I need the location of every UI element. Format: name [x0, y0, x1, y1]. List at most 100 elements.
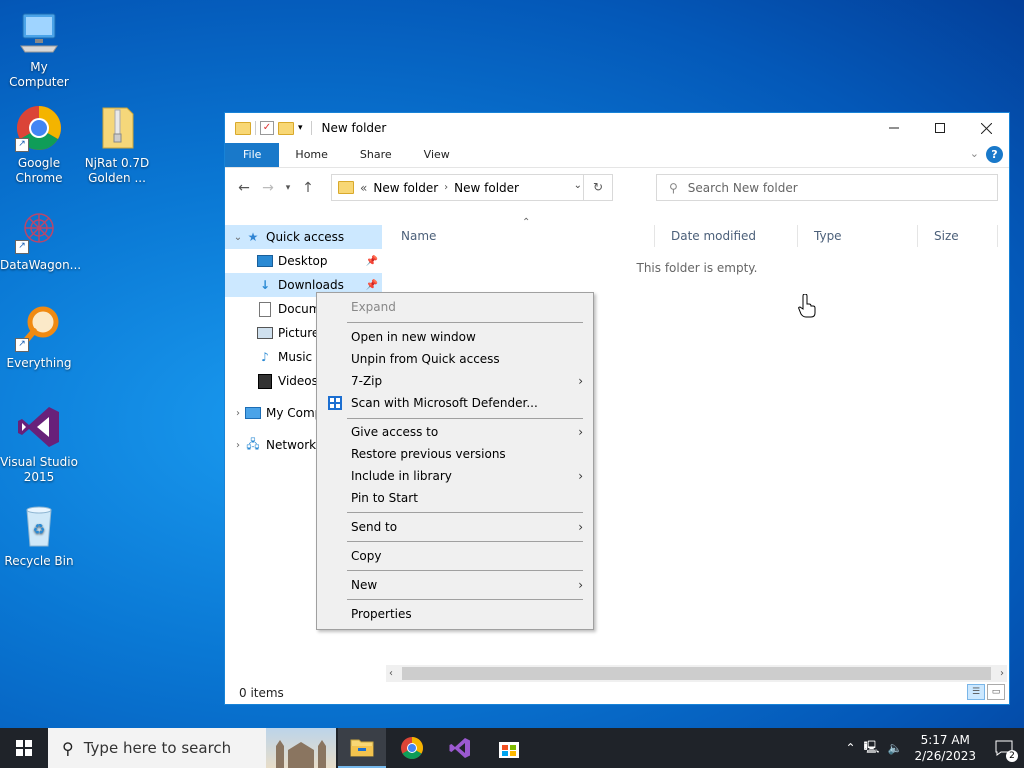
column-date-modified[interactable]: Date modified: [655, 225, 798, 247]
submenu-chevron-icon: ›: [578, 578, 583, 592]
nav-label: Videos: [278, 374, 318, 388]
taskbar-search-box[interactable]: ⚲ Type here to search: [48, 728, 336, 768]
menu-item-include-library[interactable]: Include in library ›: [319, 465, 591, 487]
menu-item-unpin-quick-access[interactable]: Unpin from Quick access: [319, 348, 591, 370]
start-button[interactable]: [0, 728, 48, 768]
back-arrow-icon[interactable]: ←: [232, 180, 256, 196]
folder-icon: [235, 121, 251, 135]
desktop-icon-everything[interactable]: ↗ Everything: [0, 304, 78, 371]
tab-file[interactable]: File: [225, 143, 280, 167]
chrome-icon: [401, 737, 423, 759]
show-hidden-icons-chevron-icon[interactable]: ⌃: [845, 741, 855, 755]
notification-center-button[interactable]: 2: [984, 728, 1024, 768]
volume-icon[interactable]: 🔈: [888, 741, 903, 755]
menu-item-give-access[interactable]: Give access to ›: [319, 421, 591, 443]
menu-label: Include in library: [351, 469, 452, 483]
tab-view[interactable]: View: [408, 143, 466, 167]
toolbar-divider: [255, 121, 256, 135]
large-icons-view-icon[interactable]: ▭: [987, 684, 1005, 700]
expand-chevron-icon[interactable]: ›: [231, 408, 245, 419]
desktop-icon-my-computer[interactable]: My Computer: [0, 8, 78, 90]
menu-separator: [347, 322, 583, 323]
breadcrumb-chevron-icon[interactable]: ›: [444, 182, 448, 193]
status-item-count: 0 items: [239, 686, 284, 700]
column-size[interactable]: Size: [918, 225, 998, 247]
scrollbar-thumb[interactable]: [402, 667, 991, 680]
menu-item-expand[interactable]: Expand: [319, 296, 591, 318]
clock[interactable]: 5:17 AM 2/26/2023: [914, 732, 976, 764]
desktop-icon-visual-studio[interactable]: Visual Studio 2015: [0, 403, 78, 485]
help-icon[interactable]: ?: [986, 146, 1003, 163]
recycle-bin-icon: ♻: [15, 502, 63, 550]
menu-separator: [347, 418, 583, 419]
menu-label: Expand: [351, 300, 396, 314]
taskbar-chrome[interactable]: [388, 728, 436, 768]
horizontal-scrollbar[interactable]: ‹ ›: [386, 665, 1007, 682]
shortcut-arrow-icon: ↗: [15, 138, 29, 152]
desktop-icon-label: Everything: [6, 356, 72, 370]
address-overflow[interactable]: «: [360, 181, 367, 195]
desktop-icon-label: Google Chrome: [15, 156, 63, 185]
scroll-right-arrow-icon[interactable]: ›: [1000, 665, 1004, 682]
menu-item-send-to[interactable]: Send to ›: [319, 516, 591, 538]
nav-label: Quick access: [266, 230, 345, 244]
music-note-icon: ♪: [261, 350, 269, 364]
view-switcher: ☰ ▭: [967, 684, 1005, 700]
expand-ribbon-chevron-icon[interactable]: ⌄: [970, 147, 979, 160]
search-highlight-image[interactable]: [266, 728, 336, 768]
desktop-icon-njrat[interactable]: NjRat 0.7D Golden ...: [78, 104, 156, 186]
nav-item-desktop[interactable]: Desktop 📌: [225, 249, 382, 273]
column-headers: ⌃ Name Date modified Type Size: [385, 217, 1009, 247]
close-button[interactable]: [963, 113, 1009, 143]
desktop-icon-google-chrome[interactable]: ↗ Google Chrome: [0, 104, 78, 186]
menu-item-properties[interactable]: Properties: [319, 603, 591, 625]
address-bar[interactable]: « New folder › New folder ⌄ ↻: [331, 174, 613, 201]
taskbar-visual-studio[interactable]: [436, 728, 484, 768]
menu-item-copy[interactable]: Copy: [319, 545, 591, 567]
submenu-chevron-icon: ›: [578, 425, 583, 439]
taskbar-search-placeholder: Type here to search: [83, 739, 232, 757]
taskbar-microsoft-store[interactable]: [485, 728, 533, 768]
menu-label: Give access to: [351, 425, 439, 439]
menu-item-scan-defender[interactable]: Scan with Microsoft Defender...: [319, 392, 591, 414]
breadcrumb-item[interactable]: New folder: [454, 181, 519, 195]
column-type[interactable]: Type: [798, 225, 918, 247]
menu-item-restore-versions[interactable]: Restore previous versions: [319, 443, 591, 465]
address-dropdown-chevron-icon[interactable]: ⌄: [574, 180, 582, 191]
details-view-icon[interactable]: ☰: [967, 684, 985, 700]
properties-check-icon[interactable]: ✓: [260, 121, 274, 135]
search-icon: ⚲: [62, 738, 74, 758]
expand-chevron-icon[interactable]: ⌄: [231, 232, 245, 243]
expand-chevron-icon[interactable]: ›: [231, 440, 245, 451]
refresh-icon[interactable]: ↻: [583, 175, 612, 200]
menu-item-open-new-window[interactable]: Open in new window: [319, 326, 591, 348]
taskbar-file-explorer[interactable]: [338, 728, 386, 768]
menu-separator: [347, 599, 583, 600]
network-status-icon[interactable]: 🖳: [864, 738, 880, 759]
forward-arrow-icon[interactable]: →: [256, 180, 280, 196]
recent-locations-chevron-icon[interactable]: ▾: [280, 183, 296, 193]
breadcrumb-item[interactable]: New folder: [373, 181, 438, 195]
menu-item-new[interactable]: New ›: [319, 574, 591, 596]
tab-share[interactable]: Share: [344, 143, 408, 167]
search-box[interactable]: ⚲ Search New folder: [656, 174, 998, 201]
nav-quick-access[interactable]: ⌄ ★ Quick access: [225, 225, 382, 249]
menu-item-7zip[interactable]: 7-Zip ›: [319, 370, 591, 392]
column-name[interactable]: Name: [385, 225, 655, 247]
nav-label: Network: [266, 438, 317, 452]
nav-label: Downloads: [278, 278, 344, 292]
menu-item-pin-to-start[interactable]: Pin to Start: [319, 487, 591, 509]
up-arrow-icon[interactable]: ↑: [296, 180, 320, 196]
maximize-button[interactable]: [917, 113, 963, 143]
new-folder-icon[interactable]: [278, 121, 294, 135]
search-icon: ⚲: [669, 180, 678, 195]
desktop-icon-recycle-bin[interactable]: ♻ Recycle Bin: [0, 502, 78, 569]
desktop-icon-datawagon[interactable]: ↗ DataWagon...: [0, 206, 81, 273]
shortcut-arrow-icon: ↗: [15, 240, 29, 254]
minimize-button[interactable]: [871, 113, 917, 143]
scroll-left-arrow-icon[interactable]: ‹: [389, 665, 393, 682]
pin-icon: 📌: [365, 255, 378, 267]
customize-toolbar-chevron-icon[interactable]: ▾: [298, 123, 303, 133]
tab-home[interactable]: Home: [279, 143, 343, 167]
folder-icon: [338, 181, 354, 194]
